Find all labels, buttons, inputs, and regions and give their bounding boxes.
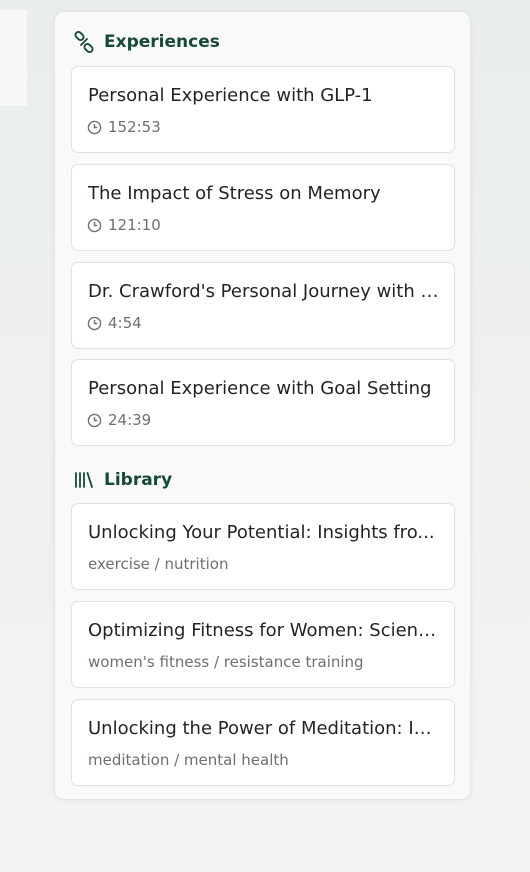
clock-icon [87, 316, 102, 330]
experience-duration: 24:39 [108, 411, 152, 429]
library-item-tags: meditation / mental health [88, 751, 289, 769]
experience-card[interactable]: The Impact of Stress on Memory 121:10 [71, 164, 455, 251]
clock-icon [87, 413, 102, 427]
experience-card[interactable]: Personal Experience with GLP-1 152:53 [71, 66, 455, 153]
library-item-tags: exercise / nutrition [88, 555, 229, 573]
experience-duration: 4:54 [108, 314, 142, 332]
experience-card[interactable]: Dr. Crawford's Personal Journey with I..… [71, 262, 455, 349]
experience-card[interactable]: Personal Experience with Goal Setting 24… [71, 359, 455, 446]
library-title: Library [104, 470, 173, 490]
experience-duration: 152:53 [108, 118, 161, 136]
experiences-header: Experiences [73, 29, 220, 55]
experience-duration: 121:10 [108, 216, 161, 234]
experience-title: Personal Experience with Goal Setting [88, 378, 432, 399]
experience-title: The Impact of Stress on Memory [88, 183, 381, 204]
experiences-title: Experiences [104, 32, 220, 52]
library-card[interactable]: Optimizing Fitness for Women: Scienc... … [71, 601, 455, 688]
library-header: Library [73, 467, 172, 493]
library-item-title: Optimizing Fitness for Women: Scienc... [88, 620, 440, 641]
link-icon [73, 31, 95, 53]
experience-title: Personal Experience with GLP-1 [88, 85, 373, 106]
clock-icon [87, 218, 102, 232]
library-icon [73, 469, 95, 491]
sidebar-panel: Experiences Personal Experience with GLP… [54, 11, 471, 800]
library-card[interactable]: Unlocking the Power of Meditation: In...… [71, 699, 455, 786]
experience-title: Dr. Crawford's Personal Journey with I..… [88, 281, 440, 302]
library-card[interactable]: Unlocking Your Potential: Insights fro..… [71, 503, 455, 590]
left-panel-edge [0, 10, 27, 106]
library-item-title: Unlocking the Power of Meditation: In... [88, 718, 440, 739]
clock-icon [87, 120, 102, 134]
library-item-tags: women's fitness / resistance training [88, 653, 364, 671]
library-item-title: Unlocking Your Potential: Insights fro..… [88, 522, 435, 543]
